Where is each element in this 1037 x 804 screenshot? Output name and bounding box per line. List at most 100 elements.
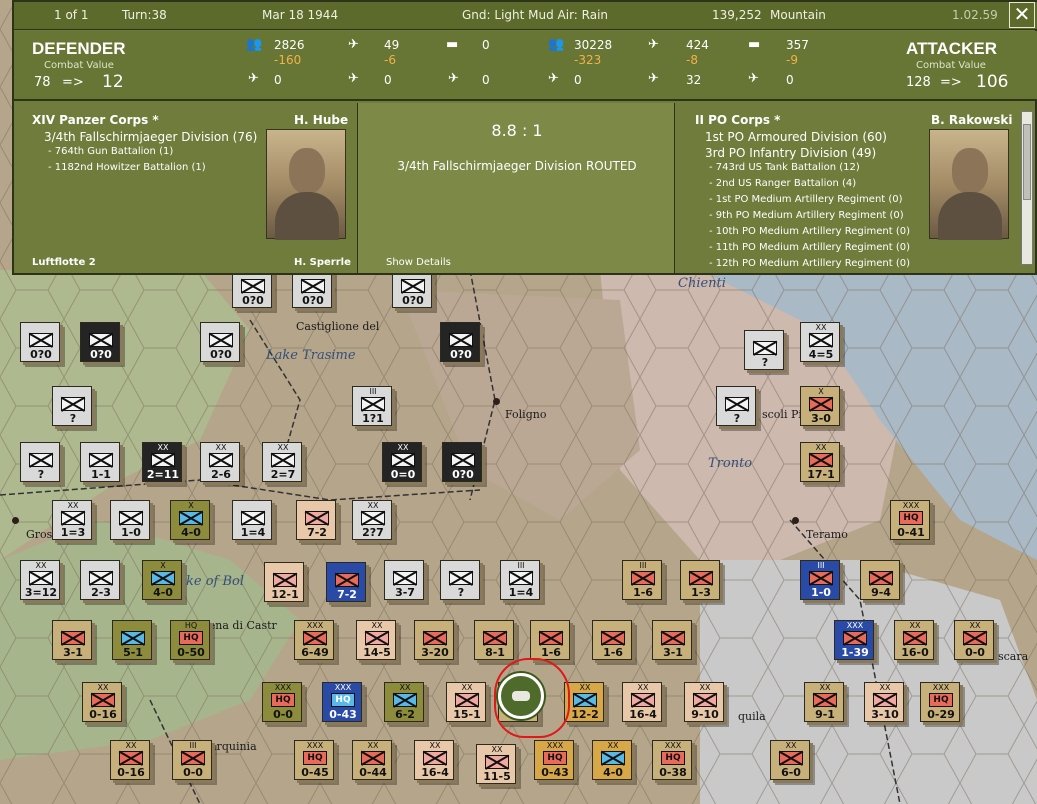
unit-counter[interactable]: 1-1 [80, 442, 120, 482]
unit-counter[interactable]: 12-1 [264, 562, 304, 602]
unit-size-label: XX [125, 741, 137, 750]
unit-counter[interactable]: III 1=4 [500, 560, 540, 600]
unit-counter[interactable]: 1=4 [232, 500, 272, 540]
defender-r2a: 0 [274, 73, 282, 87]
infantry-symbol-icon [809, 397, 833, 411]
unit-counter[interactable]: XX 16-0 [894, 620, 934, 660]
unit-counter[interactable]: ? [716, 386, 756, 426]
unit-counter[interactable]: 3-1 [652, 620, 692, 660]
unit-counter[interactable]: XX 15-1 [446, 682, 486, 722]
unit-strength: 16-4 [629, 708, 657, 721]
unit-counter[interactable]: 1-3 [680, 560, 720, 600]
unit-counter[interactable]: 0?0 [440, 322, 480, 362]
unit-size-label: XX [429, 741, 441, 750]
unit-counter[interactable]: 0?0 [200, 322, 240, 362]
unit-counter[interactable]: XX 4=5 [800, 322, 840, 362]
unit-counter[interactable]: XX 16-4 [622, 682, 662, 722]
unit-strength: 1-39 [841, 646, 869, 659]
defender-r2b: 0 [384, 73, 392, 87]
unit-counter[interactable]: 0?0 [20, 322, 60, 362]
unit-strength: 0-0 [183, 766, 203, 779]
unit-counter[interactable]: X 4-0 [170, 500, 210, 540]
unit-size-label: X [818, 387, 824, 396]
unit-counter[interactable]: 5-1 [112, 620, 152, 660]
unit-counter[interactable]: XX 1=3 [52, 500, 92, 540]
unit-counter[interactable]: III 1-6 [622, 560, 662, 600]
unit-counter[interactable]: XXX HQ 0-43 [322, 682, 362, 722]
unit-counter[interactable]: ? [744, 330, 784, 370]
unit-counter[interactable]: HQ HQ 0-50 [170, 620, 210, 660]
unit-counter[interactable]: XXX HQ 0-43 [534, 740, 574, 780]
unit-counter[interactable]: 3-20 [414, 620, 454, 660]
unit-counter[interactable]: XXX 1-39 [834, 620, 874, 660]
unit-counter[interactable]: XX 2=7 [262, 442, 302, 482]
unit-counter[interactable]: XX 0=0 [382, 442, 422, 482]
infantry-symbol-icon [29, 453, 53, 467]
unit-strength: 1=4 [240, 526, 266, 539]
unit-counter[interactable]: XX 9-10 [684, 682, 724, 722]
unit-counter[interactable]: XXX HQ 0-45 [294, 740, 334, 780]
unit-counter[interactable]: XX 11-5 [476, 744, 516, 784]
unit-counter[interactable]: 3-1 [52, 620, 92, 660]
unit-counter[interactable]: 1-6 [592, 620, 632, 660]
unit-counter[interactable]: ? [20, 442, 60, 482]
unit-counter[interactable]: XX 6-0 [770, 740, 810, 780]
unit-counter[interactable]: 0?0 [80, 322, 120, 362]
unit-counter[interactable]: XX 3-10 [864, 682, 904, 722]
unit-strength: ? [69, 412, 77, 425]
unit-counter[interactable]: X 3-0 [800, 386, 840, 426]
infantry-symbol-icon [809, 333, 833, 347]
infantry-symbol-icon [423, 631, 447, 645]
unit-counter[interactable]: 3-7 [384, 560, 424, 600]
unit-counter[interactable]: XX 9-1 [804, 682, 844, 722]
unit-counter[interactable]: III 1?1 [352, 386, 392, 426]
unit-counter[interactable]: XX 2?7 [352, 500, 392, 540]
unit-strength: 8-1 [485, 646, 505, 659]
unit-counter[interactable]: XX 2=11 [142, 442, 182, 482]
unit-counter[interactable]: XX 16-4 [414, 740, 454, 780]
unit-counter[interactable]: XXX HQ 0-29 [920, 682, 960, 722]
unit-counter[interactable]: XXX HQ 0-41 [890, 500, 930, 540]
unit-counter[interactable]: ? [52, 386, 92, 426]
scrollbar-thumb[interactable] [1023, 124, 1031, 200]
map-label-chienti: Chienti [678, 276, 726, 291]
unit-counter[interactable]: XX 6-2 [384, 682, 424, 722]
unit-counter[interactable]: 7-2 [296, 500, 336, 540]
infantry-symbol-icon [873, 693, 897, 707]
unit-counter[interactable]: III 0-0 [172, 740, 212, 780]
close-button[interactable]: ✕ [1009, 2, 1035, 28]
unit-counter[interactable]: XX 3=12 [20, 560, 60, 600]
unit-strength: 17-1 [807, 468, 835, 481]
unit-counter[interactable]: XX 12-2 [564, 682, 604, 722]
unit-counter[interactable]: ? [440, 560, 480, 600]
unit-counter[interactable]: XX 0-0 [954, 620, 994, 660]
unit-counter[interactable]: XX 14-5 [356, 620, 396, 660]
infantry-symbol-icon [753, 341, 777, 355]
unit-counter[interactable]: 8-1 [474, 620, 514, 660]
unit-counter[interactable]: XXX 6-49 [294, 620, 334, 660]
unit-counter[interactable]: XX 17-1 [800, 442, 840, 482]
unit-counter[interactable]: 1-0 [110, 500, 150, 540]
unit-counter[interactable]: 9-4 [860, 560, 900, 600]
attacker-cv-after: 106 [976, 72, 1009, 92]
unit-counter[interactable]: XXX HQ 0-38 [652, 740, 692, 780]
unit-strength: 0-43 [541, 766, 569, 779]
unit-counter[interactable]: 7-2 [326, 562, 366, 602]
unit-counter[interactable]: XX 0-16 [110, 740, 150, 780]
infantry-symbol-icon [725, 397, 749, 411]
unit-counter[interactable]: XXX HQ 0-0 [262, 682, 302, 722]
unit-counter[interactable]: III 1-0 [800, 560, 840, 600]
units-scrollbar[interactable] [1021, 111, 1033, 265]
men-icon: 👥 [246, 37, 263, 52]
unit-counter[interactable]: XX 0-16 [82, 682, 122, 722]
show-details-link[interactable]: Show Details [386, 257, 451, 268]
unit-counter[interactable]: XX 4-0 [592, 740, 632, 780]
unit-counter[interactable]: 0?0 [442, 442, 482, 482]
unit-counter[interactable]: 2-3 [80, 560, 120, 600]
unit-counter[interactable]: X 4-0 [142, 560, 182, 600]
unit-counter[interactable]: XX 2-6 [200, 442, 240, 482]
defender-sub-unit: - 764th Gun Battalion (1) [48, 146, 174, 157]
unit-counter[interactable]: 1-6 [530, 620, 570, 660]
unit-counter[interactable]: XX 0-44 [352, 740, 392, 780]
unit-strength: 0=0 [390, 468, 416, 481]
